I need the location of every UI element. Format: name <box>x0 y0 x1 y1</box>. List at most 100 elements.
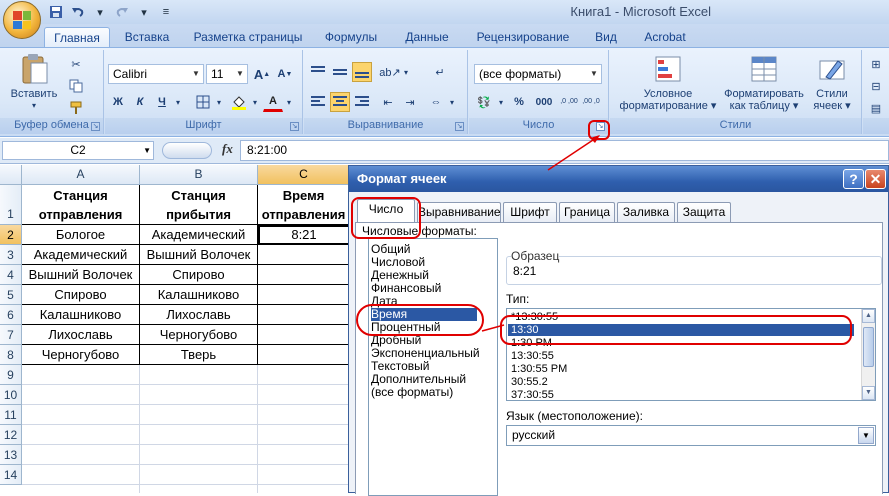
align-center-icon[interactable] <box>330 92 350 112</box>
row-header-7[interactable]: 7 <box>0 325 22 345</box>
align-bottom-icon[interactable] <box>352 62 372 82</box>
wrap-text-icon[interactable]: ↵ <box>430 62 450 82</box>
cell-b5[interactable]: Калашниково <box>140 285 258 305</box>
close-button[interactable]: ✕ <box>865 169 886 189</box>
delete-cells-icon[interactable]: ⊟ <box>866 76 886 96</box>
cell-b8[interactable]: Тверь <box>140 345 258 365</box>
cell-b6[interactable]: Лихославь <box>140 305 258 325</box>
orientation-icon[interactable]: ab↗ <box>379 62 400 82</box>
fill-color-icon[interactable] <box>229 92 249 112</box>
tab-data[interactable]: Данные <box>396 27 458 48</box>
tab-alignment[interactable]: Выравнивание <box>417 202 501 222</box>
row-header-11[interactable]: 11 <box>0 405 22 425</box>
insert-cells-icon[interactable]: ⊞ <box>866 54 886 74</box>
font-name-combo[interactable]: Calibri ▼ <box>108 64 204 84</box>
row-header-10[interactable]: 10 <box>0 385 22 405</box>
empty-cells[interactable] <box>22 365 350 493</box>
tab-home[interactable]: Главная <box>44 27 110 48</box>
column-header-c[interactable]: C <box>258 165 350 185</box>
italic-button[interactable]: К <box>130 92 150 112</box>
type-item[interactable]: 30:55.2 <box>511 376 548 388</box>
copy-icon[interactable] <box>66 76 86 96</box>
tab-formulas[interactable]: Формулы <box>318 27 384 48</box>
help-button[interactable]: ? <box>843 169 864 189</box>
borders-icon[interactable] <box>193 92 213 112</box>
format-as-table-button[interactable]: Форматировать как таблицу ▾ <box>724 54 804 112</box>
name-box[interactable]: C2 ▼ <box>2 141 154 160</box>
cell-b3[interactable]: Вышний Волочек <box>140 245 258 265</box>
cell-b4[interactable]: Спирово <box>140 265 258 285</box>
tab-insert[interactable]: Вставка <box>118 27 176 48</box>
tab-fill[interactable]: Заливка <box>617 202 675 222</box>
undo-dropdown-icon[interactable]: ▾ <box>92 4 108 20</box>
category-item[interactable]: (все форматы) <box>371 386 453 399</box>
percent-button[interactable]: % <box>509 92 529 112</box>
cell-c5[interactable] <box>258 285 350 305</box>
row-header-5[interactable]: 5 <box>0 285 22 305</box>
cell-a8[interactable]: Черногубово <box>22 345 140 365</box>
cell-c4[interactable] <box>258 265 350 285</box>
office-button[interactable] <box>3 1 41 39</box>
cell-c3[interactable] <box>258 245 350 265</box>
merge-center-icon[interactable]: ⇔ <box>426 92 446 112</box>
column-header-a[interactable]: A <box>22 165 140 185</box>
cell-b2[interactable]: Академический <box>140 225 258 245</box>
language-select[interactable]: русский ▼ <box>506 425 876 446</box>
decrease-indent-icon[interactable]: ⇤ <box>378 92 398 112</box>
align-top-icon[interactable] <box>308 62 328 82</box>
merge-dropdown-icon[interactable]: ▾ <box>446 92 458 112</box>
row-header-2[interactable]: 2 <box>0 225 22 245</box>
cell-a7[interactable]: Лихославь <box>22 325 140 345</box>
align-middle-icon[interactable] <box>330 62 350 82</box>
cut-icon[interactable]: ✂ <box>66 54 86 74</box>
scroll-up-icon[interactable]: ▲ <box>862 309 875 323</box>
redo-icon[interactable] <box>114 4 130 20</box>
format-painter-icon[interactable] <box>66 98 86 118</box>
type-item[interactable]: 13:30:55 <box>511 350 554 362</box>
row-header-4[interactable]: 4 <box>0 265 22 285</box>
cell-c7[interactable] <box>258 325 350 345</box>
font-color-icon[interactable]: A <box>263 92 283 112</box>
bold-button[interactable]: Ж <box>108 92 128 112</box>
row-header-14[interactable]: 14 <box>0 465 22 485</box>
cell-styles-button[interactable]: Стили ячеек ▾ <box>810 54 854 112</box>
tab-border[interactable]: Граница <box>559 202 615 222</box>
cell-a2[interactable]: Бологое <box>22 225 140 245</box>
conditional-format-button[interactable]: Условное форматирование ▾ <box>614 54 722 112</box>
cell-b1[interactable]: Станция прибытия <box>140 185 258 225</box>
fill-color-dropdown-icon[interactable]: ▾ <box>249 92 261 112</box>
increase-decimal-button[interactable]: ,0 ,00 <box>559 90 579 114</box>
format-cells-icon[interactable]: ▤ <box>866 98 886 118</box>
row-header-1[interactable]: 1 <box>0 185 22 225</box>
column-header-b[interactable]: B <box>140 165 258 185</box>
cell-c6[interactable] <box>258 305 350 325</box>
font-size-combo[interactable]: 11 ▼ <box>206 64 248 84</box>
tab-font[interactable]: Шрифт <box>503 202 557 222</box>
scroll-thumb[interactable] <box>863 327 874 367</box>
tab-view[interactable]: Вид <box>588 27 624 48</box>
align-right-icon[interactable] <box>352 92 372 112</box>
paste-button[interactable]: Вставить ▾ <box>6 54 62 112</box>
cell-a3[interactable]: Академический <box>22 245 140 265</box>
formula-bar-handle[interactable] <box>162 142 212 159</box>
currency-format-icon[interactable]: 💱 <box>474 92 494 112</box>
category-list[interactable]: Общий Числовой Денежный Финансовый Дата … <box>368 238 498 496</box>
cell-c8[interactable] <box>258 345 350 365</box>
underline-button[interactable]: Ч <box>152 92 172 112</box>
type-item[interactable]: 1:30:55 PM <box>511 363 567 375</box>
number-format-combo[interactable]: (все форматы) ▼ <box>474 64 602 84</box>
row-header-3[interactable]: 3 <box>0 245 22 265</box>
save-icon[interactable] <box>48 4 64 20</box>
align-left-icon[interactable] <box>308 92 328 112</box>
decrease-decimal-button[interactable]: ,00 ,0 <box>581 90 601 114</box>
tab-page-layout[interactable]: Разметка страницы <box>188 27 308 48</box>
borders-dropdown-icon[interactable]: ▾ <box>213 92 225 112</box>
customize-toolbar-icon[interactable]: ≡ <box>158 4 174 20</box>
tab-review[interactable]: Рецензирование <box>468 27 578 48</box>
select-all-corner[interactable] <box>0 165 22 185</box>
clipboard-launcher-icon[interactable]: ↘ <box>91 122 100 131</box>
orientation-dropdown-icon[interactable]: ▾ <box>400 62 412 82</box>
type-item[interactable]: 37:30:55 <box>511 389 554 400</box>
row-header-13[interactable]: 13 <box>0 445 22 465</box>
cell-a4[interactable]: Вышний Волочек <box>22 265 140 285</box>
